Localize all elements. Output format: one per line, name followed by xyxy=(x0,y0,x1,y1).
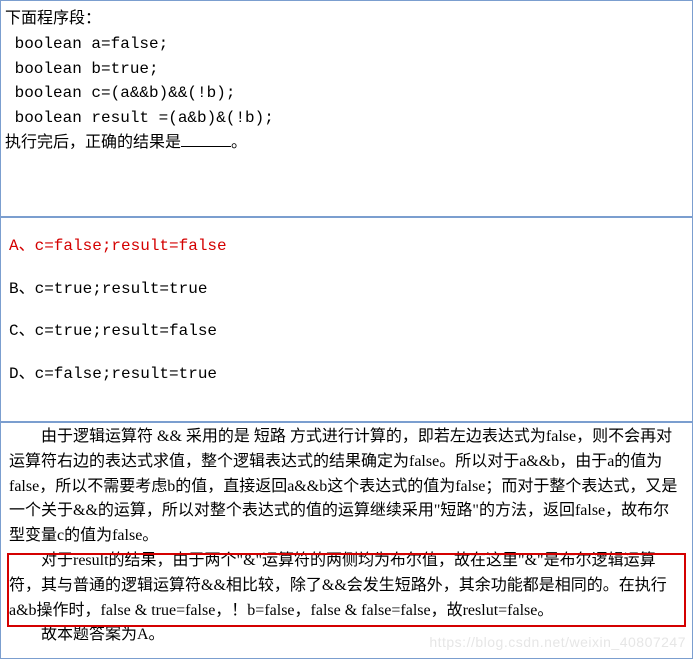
option-c[interactable]: C、c=true;result=false xyxy=(9,319,684,344)
question-title: 下面程序段： xyxy=(5,10,101,28)
code-line-2: boolean b=true; xyxy=(5,60,159,78)
prompt-suffix: 。 xyxy=(231,134,247,152)
prompt-prefix: 执行完后，正确的结果是 xyxy=(5,134,181,152)
question-box: 下面程序段： boolean a=false; boolean b=true; … xyxy=(1,0,692,217)
option-a[interactable]: A、c=false;result=false xyxy=(9,234,684,259)
option-d[interactable]: D、c=false;result=true xyxy=(9,362,684,387)
explanation-p2: 对于result的结果，由于两个"&"运算符的两侧均为布尔值，故在这里"&"是布… xyxy=(9,549,684,623)
code-line-4: boolean result =(a&b)&(!b); xyxy=(5,109,274,127)
options-box: A、c=false;result=false B、c=true;result=t… xyxy=(1,217,692,422)
explanation-p1: 由于逻辑运算符 && 采用的是 短路 方式进行计算的，即若左边表达式为false… xyxy=(9,425,684,549)
code-line-3: boolean c=(a&&b)&&(!b); xyxy=(5,84,235,102)
code-line-1: boolean a=false; xyxy=(5,35,168,53)
explanation-box: 由于逻辑运算符 && 采用的是 短路 方式进行计算的，即若左边表达式为false… xyxy=(1,422,692,659)
page-container: 下面程序段： boolean a=false; boolean b=true; … xyxy=(0,0,693,659)
blank-underline xyxy=(181,131,231,147)
option-b[interactable]: B、c=true;result=true xyxy=(9,277,684,302)
explanation-p3: 故本题答案为A。 xyxy=(9,623,684,648)
